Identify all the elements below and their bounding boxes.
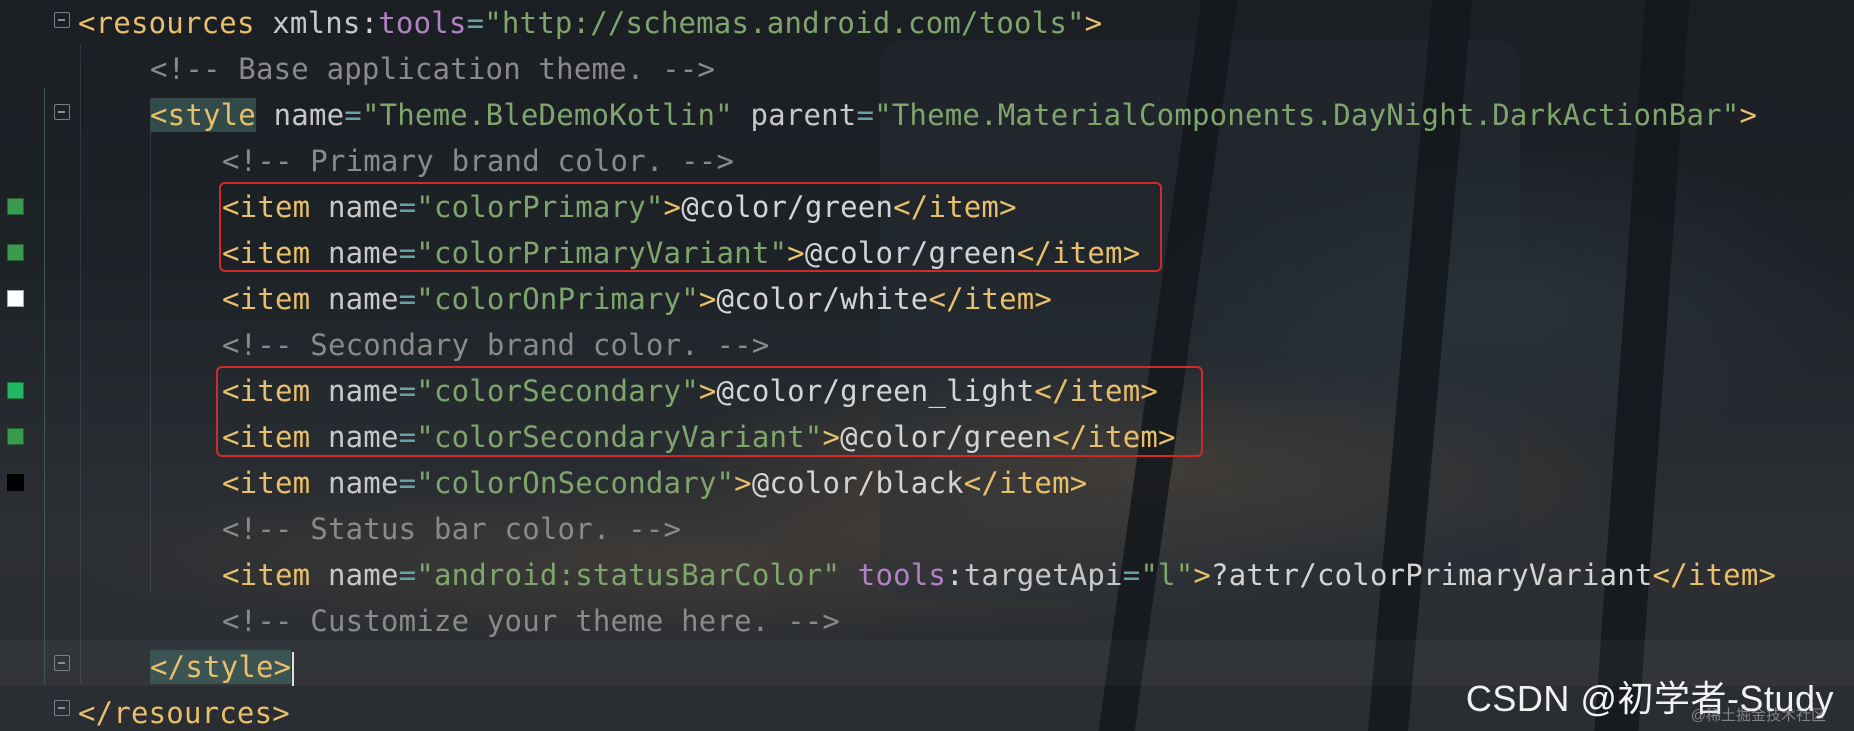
code-token: > <box>1739 98 1758 132</box>
fold-icon[interactable] <box>54 700 70 716</box>
code-token: = <box>344 98 362 132</box>
color-swatch-icon[interactable] <box>7 290 24 307</box>
code-token: name <box>255 98 345 132</box>
code-token: < <box>78 6 96 40</box>
code-token: = <box>856 98 875 132</box>
code-token: "android:statusBarColor" <box>416 558 841 592</box>
code-token: targetApi <box>963 558 1123 592</box>
code-line[interactable]: <!-- Primary brand color. --> <box>222 138 734 184</box>
code-token: <!-- Primary brand color. --> <box>222 144 735 178</box>
code-token: "http://schemas.android.com/tools" <box>484 6 1085 40</box>
code-line[interactable]: <item name="android:statusBarColor" tool… <box>222 552 1776 598</box>
code-token: </item> <box>1652 558 1777 592</box>
code-line[interactable]: </style> <box>150 644 295 690</box>
code-line[interactable]: <!-- Status bar color. --> <box>222 506 681 552</box>
annotation-box-secondary <box>216 366 1203 457</box>
code-token: </item> <box>928 282 1053 316</box>
annotation-box-primary <box>219 182 1162 272</box>
code-token: @color/white <box>716 282 929 316</box>
code-token: = <box>398 558 417 592</box>
code-token: tools <box>840 558 947 592</box>
text-caret <box>292 652 295 686</box>
code-token: = <box>1122 558 1141 592</box>
indent-guide <box>150 132 151 592</box>
code-token: <!-- Customize your theme here. --> <box>222 604 841 638</box>
code-token: name <box>310 282 399 316</box>
code-token: "Theme.MaterialComponents.DayNight.DarkA… <box>874 98 1740 132</box>
code-token: <style <box>150 98 256 132</box>
code-line[interactable]: </resources> <box>78 690 290 731</box>
color-swatch-icon[interactable] <box>7 474 24 491</box>
fold-icon[interactable] <box>54 655 70 671</box>
code-token: <!-- Secondary brand color. --> <box>222 328 770 362</box>
code-line[interactable]: <!-- Base application theme. --> <box>150 46 715 92</box>
gutter-change-marker <box>44 88 45 684</box>
fold-icon[interactable] <box>54 104 70 120</box>
code-token: > <box>698 282 717 316</box>
editor-gutter <box>0 0 70 731</box>
code-token: name <box>310 558 399 592</box>
code-token: </item> <box>963 466 1088 500</box>
code-token: "colorOnPrimary" <box>416 282 699 316</box>
code-editor[interactable]: <resources xmlns:tools="http://schemas.a… <box>0 0 1854 731</box>
code-token: <!-- Base application theme. --> <box>150 52 716 86</box>
indent-guide <box>80 44 81 684</box>
code-token: <item <box>222 282 311 316</box>
code-token: parent <box>732 98 857 132</box>
code-token: resources <box>95 6 255 40</box>
code-token: = <box>398 466 417 500</box>
fold-icon[interactable] <box>54 12 70 28</box>
code-token: > <box>734 466 752 500</box>
color-swatch-icon[interactable] <box>7 198 24 215</box>
color-swatch-icon[interactable] <box>7 382 24 399</box>
code-line[interactable]: <item name="colorOnPrimary">@color/white… <box>222 276 1052 322</box>
code-token: <!-- Status bar color. --> <box>222 512 682 546</box>
code-token: : <box>360 6 379 40</box>
color-swatch-icon[interactable] <box>7 428 24 445</box>
code-token: <item <box>222 558 311 592</box>
code-token: "colorOnSecondary" <box>416 466 735 500</box>
code-token: ?attr/colorPrimaryVariant <box>1211 558 1653 592</box>
code-token: "l" <box>1140 558 1194 592</box>
code-token: > <box>1084 6 1103 40</box>
code-token: </resources> <box>78 696 290 730</box>
code-token: "Theme.BleDemoKotlin" <box>361 98 733 132</box>
code-line[interactable]: <!-- Secondary brand color. --> <box>222 322 769 368</box>
code-line[interactable]: <resources xmlns:tools="http://schemas.a… <box>78 0 1102 46</box>
code-token: = <box>466 6 485 40</box>
code-token: @color/black <box>751 466 964 500</box>
code-line[interactable]: <!-- Customize your theme here. --> <box>222 598 840 644</box>
code-line[interactable]: <style name="Theme.BleDemoKotlin" parent… <box>150 92 1757 138</box>
watermark-subtext: @稀土掘金技术社区 <box>1690 707 1826 724</box>
code-token: : <box>946 558 964 592</box>
code-token: name <box>310 466 399 500</box>
code-token: > <box>1193 558 1212 592</box>
code-token: = <box>398 282 417 316</box>
code-token: xmlns <box>254 6 361 40</box>
code-token: </style> <box>150 650 292 684</box>
color-swatch-icon[interactable] <box>7 244 24 261</box>
code-line[interactable]: <item name="colorOnSecondary">@color/bla… <box>222 460 1087 506</box>
code-token: tools <box>378 6 467 40</box>
code-token: <item <box>222 466 311 500</box>
